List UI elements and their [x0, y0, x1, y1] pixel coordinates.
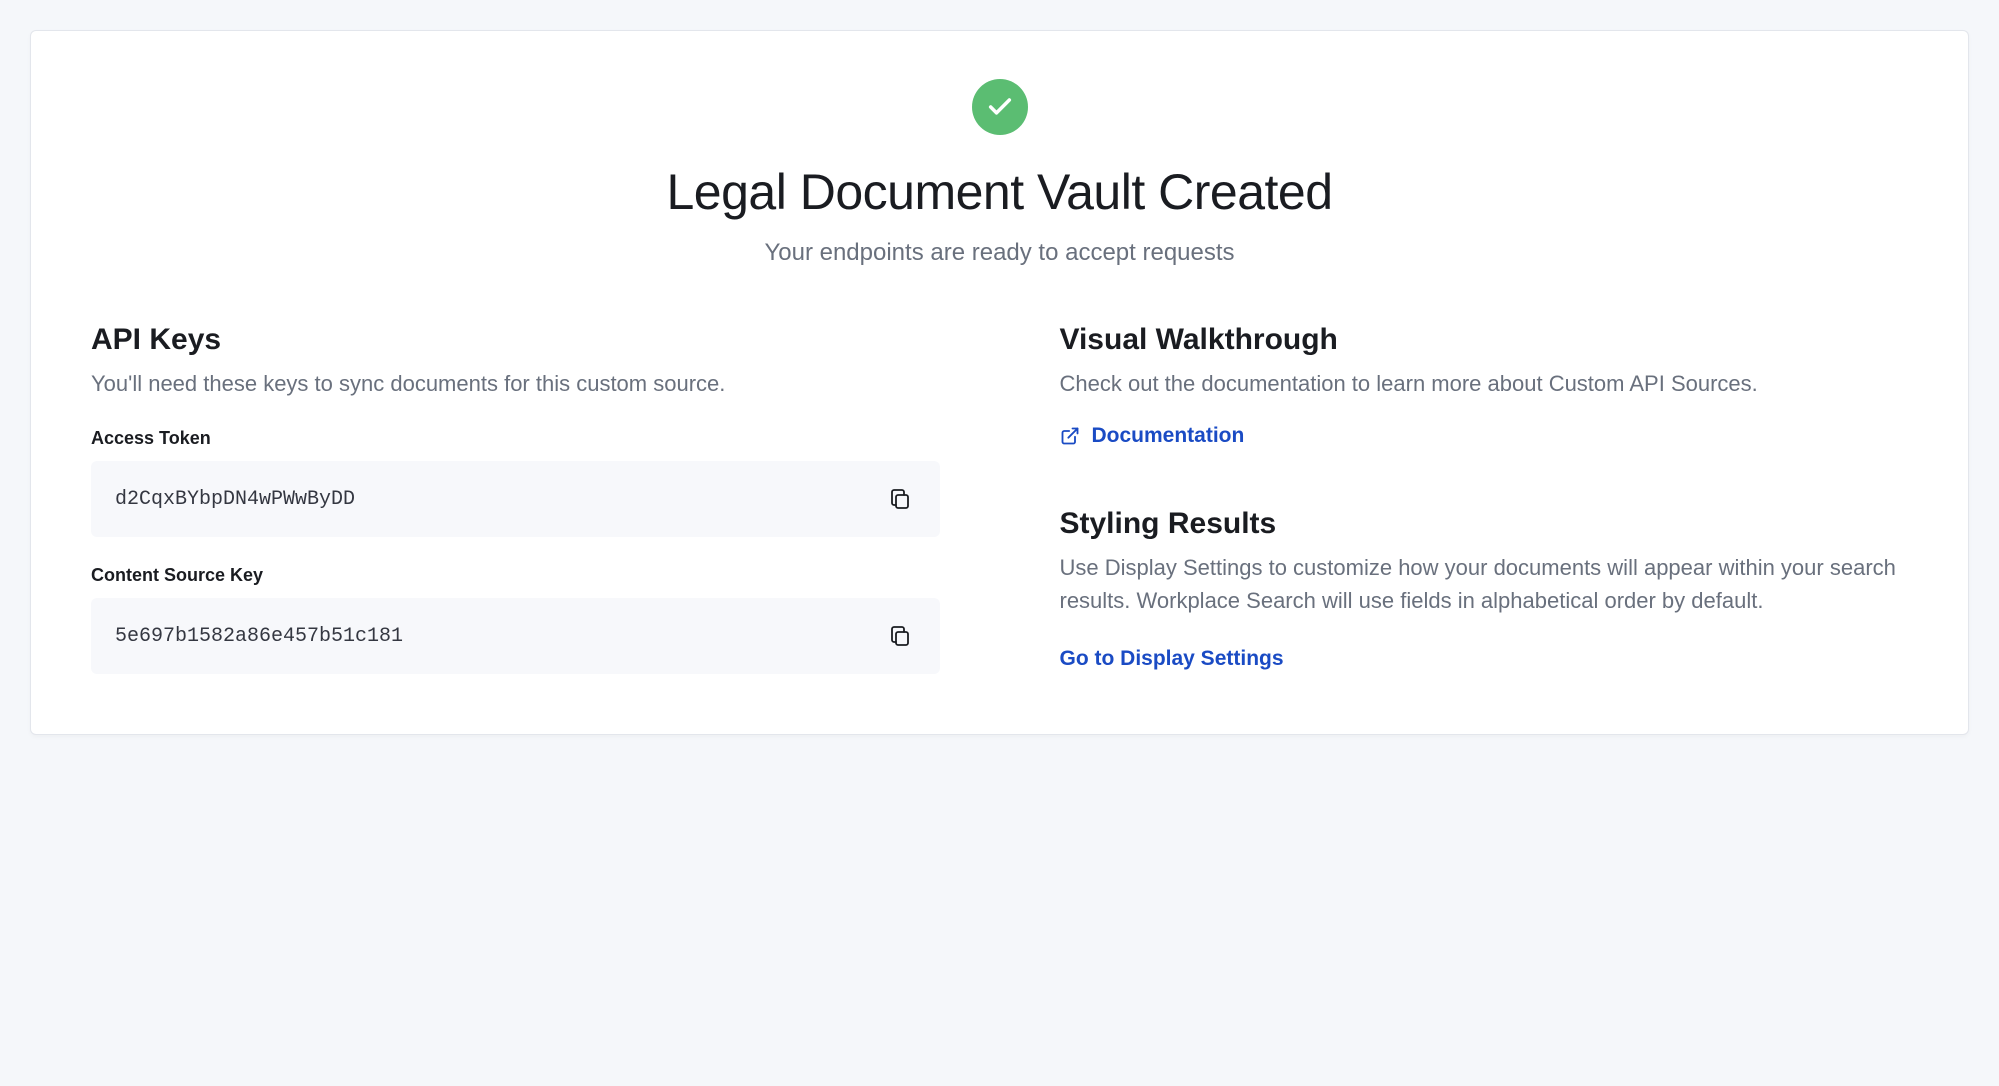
access-token-box: d2CqxBYbpDN4wPWwByDD — [91, 461, 940, 537]
page-title: Legal Document Vault Created — [91, 163, 1908, 221]
api-keys-column: API Keys You'll need these keys to sync … — [91, 323, 940, 674]
display-settings-link[interactable]: Go to Display Settings — [1060, 647, 1284, 671]
content-source-key-value: 5e697b1582a86e457b51c181 — [115, 625, 403, 648]
content-columns: API Keys You'll need these keys to sync … — [91, 323, 1908, 674]
documentation-link[interactable]: Documentation — [1060, 424, 1245, 448]
content-source-key-label: Content Source Key — [91, 565, 940, 586]
access-token-value: d2CqxBYbpDN4wPWwByDD — [115, 488, 355, 511]
content-source-key-box: 5e697b1582a86e457b51c181 — [91, 598, 940, 674]
copy-access-token-button[interactable] — [884, 483, 916, 515]
page-subtitle: Your endpoints are ready to accept reque… — [91, 239, 1908, 267]
copy-content-source-key-button[interactable] — [884, 620, 916, 652]
api-keys-heading: API Keys — [91, 323, 940, 357]
external-link-icon — [1060, 426, 1080, 446]
info-column: Visual Walkthrough Check out the documen… — [1060, 323, 1909, 674]
walkthrough-heading: Visual Walkthrough — [1060, 323, 1909, 357]
api-keys-description: You'll need these keys to sync documents… — [91, 367, 940, 400]
documentation-link-label: Documentation — [1092, 424, 1245, 448]
copy-icon — [888, 487, 912, 511]
success-card: Legal Document Vault Created Your endpoi… — [30, 30, 1969, 735]
styling-heading: Styling Results — [1060, 507, 1909, 541]
styling-section: Styling Results Use Display Settings to … — [1060, 507, 1909, 671]
success-check-icon — [972, 79, 1028, 135]
styling-description: Use Display Settings to customize how yo… — [1060, 551, 1909, 617]
copy-icon — [888, 624, 912, 648]
access-token-label: Access Token — [91, 428, 940, 449]
header-section: Legal Document Vault Created Your endpoi… — [91, 79, 1908, 267]
walkthrough-description: Check out the documentation to learn mor… — [1060, 367, 1909, 400]
